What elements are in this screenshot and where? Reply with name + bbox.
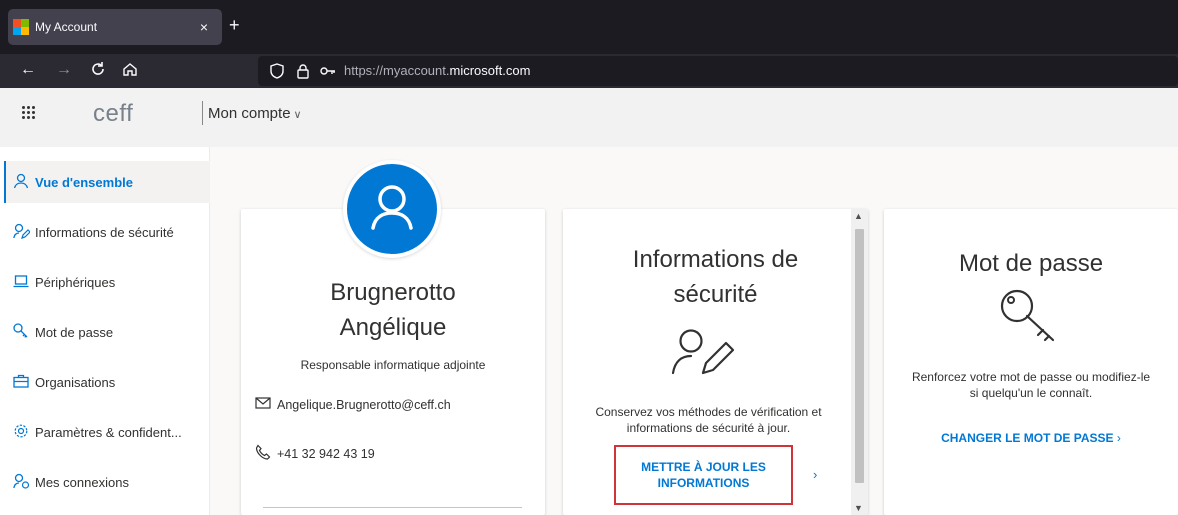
sidebar-item-security-info[interactable]: Informations de sécurité — [4, 211, 210, 253]
url-text[interactable]: https://myaccount.microsoft.com — [344, 63, 530, 78]
phone-icon — [255, 444, 277, 463]
new-tab-button[interactable]: + — [229, 16, 240, 34]
profile-job-title: Responsable informatique adjointe — [300, 358, 486, 372]
change-password-link[interactable]: CHANGER LE MOT DE PASSE › — [884, 431, 1178, 445]
sidebar-item-label: Mes connexions — [35, 474, 129, 490]
address-bar[interactable]: https://myaccount.microsoft.com — [258, 56, 1178, 86]
update-security-info-link[interactable]: METTRE À JOUR LES INFORMATIONS — [614, 445, 793, 505]
chevron-down-icon: ∨ — [293, 109, 302, 121]
sidebar-item-sign-ins[interactable]: Mes connexions — [4, 461, 210, 503]
sidebar-item-label: Informations de sécurité — [35, 224, 174, 240]
security-info-icon — [13, 223, 35, 242]
profile-email: Angelique.Brugnerotto@ceff.ch — [255, 397, 451, 412]
scroll-thumb[interactable] — [855, 229, 864, 483]
change-password-label: CHANGER LE MOT DE PASSE — [941, 431, 1114, 445]
laptop-icon — [13, 274, 35, 291]
forward-icon[interactable]: → — [56, 61, 72, 79]
profile-first-name: Angélique — [339, 314, 447, 341]
sidebar-item-label: Paramètres & confident... — [35, 424, 182, 440]
briefcase-icon — [13, 374, 35, 391]
account-menu[interactable]: Mon compte ∨ — [208, 105, 302, 122]
sidebar-item-label: Périphériques — [35, 274, 116, 290]
profile-divider — [263, 507, 522, 508]
scroll-up-arrow-icon[interactable]: ▲ — [854, 211, 863, 221]
security-info-card: Informations de sécurité Conservez vos m… — [563, 209, 868, 515]
password-card-description: Renforcez votre mot de passe ou modifiez… — [884, 369, 1178, 401]
card-scrollbar[interactable]: ▲ ▼ — [851, 209, 868, 515]
sidebar-item-label: Mot de passe — [35, 324, 114, 340]
organization-logo[interactable]: ceff — [93, 100, 133, 128]
back-icon[interactable]: ← — [20, 61, 36, 79]
password-card-desc-line: Renforcez votre mot de passe ou modifiez… — [911, 370, 1151, 384]
security-card-title: Informations de sécurité — [563, 242, 868, 312]
profile-phone: +41 32 942 43 19 — [255, 444, 375, 463]
update-link-line: METTRE À JOUR LES — [641, 460, 766, 474]
lock-icon[interactable] — [296, 63, 310, 82]
chevron-right-icon[interactable]: › — [813, 467, 817, 482]
avatar[interactable] — [343, 160, 441, 258]
security-info-icon — [667, 327, 737, 382]
sidebar-item-password[interactable]: Mot de passe — [4, 311, 210, 353]
key-icon — [997, 286, 1067, 347]
key-icon — [13, 322, 35, 342]
app-launcher-icon[interactable] — [22, 106, 36, 120]
sidebar-item-label: Organisations — [35, 374, 116, 390]
password-card-desc-line: si quelqu'un le connaît. — [969, 386, 1093, 400]
browser-tab[interactable]: My Account × — [8, 9, 222, 45]
password-card: Mot de passe Renforcez votre mot de pass… — [884, 209, 1178, 515]
sidebar-item-overview[interactable]: Vue d'ensemble — [4, 161, 210, 203]
browser-tab-title: My Account — [35, 20, 98, 34]
account-menu-label: Mon compte — [208, 105, 291, 122]
scroll-down-arrow-icon[interactable]: ▼ — [854, 503, 863, 513]
profile-last-name: Brugnerotto — [330, 279, 456, 306]
chevron-right-icon: › — [1116, 431, 1121, 445]
gear-icon — [13, 423, 35, 442]
reload-icon[interactable] — [90, 61, 106, 82]
sidebar-item-label: Vue d'ensemble — [35, 174, 133, 190]
app-header: ceff Mon compte ∨ — [0, 88, 1178, 147]
mail-icon — [255, 397, 277, 412]
security-card-description: Conservez vos méthodes de vérification e… — [563, 404, 868, 436]
sign-ins-icon — [13, 473, 35, 492]
security-card-desc-line: informations de sécurité à jour. — [626, 421, 791, 435]
url-domain: microsoft.com — [449, 63, 531, 78]
sidebar-item-settings-privacy[interactable]: Paramètres & confident... — [4, 411, 210, 453]
microsoft-logo-icon — [13, 19, 29, 35]
close-tab-icon[interactable]: × — [196, 19, 212, 35]
profile-email-text: Angelique.Brugnerotto@ceff.ch — [277, 397, 451, 412]
password-card-title: Mot de passe — [958, 250, 1104, 277]
permissions-key-icon[interactable] — [320, 63, 336, 82]
url-prefix: https://myaccount. — [344, 63, 450, 78]
header-divider — [202, 101, 203, 125]
sidebar-nav: Vue d'ensemble Informations de sécurité … — [0, 147, 210, 515]
person-icon — [371, 185, 413, 230]
profile-phone-text: +41 32 942 43 19 — [277, 446, 375, 461]
sidebar-item-devices[interactable]: Périphériques — [4, 261, 210, 303]
shield-icon[interactable] — [270, 63, 284, 82]
home-icon[interactable] — [122, 61, 138, 82]
security-card-desc-line: Conservez vos méthodes de vérification e… — [595, 405, 822, 419]
browser-tab-bar: My Account × + — [0, 0, 1178, 54]
security-card-title-line: sécurité — [673, 281, 758, 308]
security-card-title-line: Informations de — [632, 246, 799, 273]
person-icon — [13, 173, 35, 192]
update-link-line: INFORMATIONS — [657, 476, 750, 490]
sidebar-item-organizations[interactable]: Organisations — [4, 361, 210, 403]
